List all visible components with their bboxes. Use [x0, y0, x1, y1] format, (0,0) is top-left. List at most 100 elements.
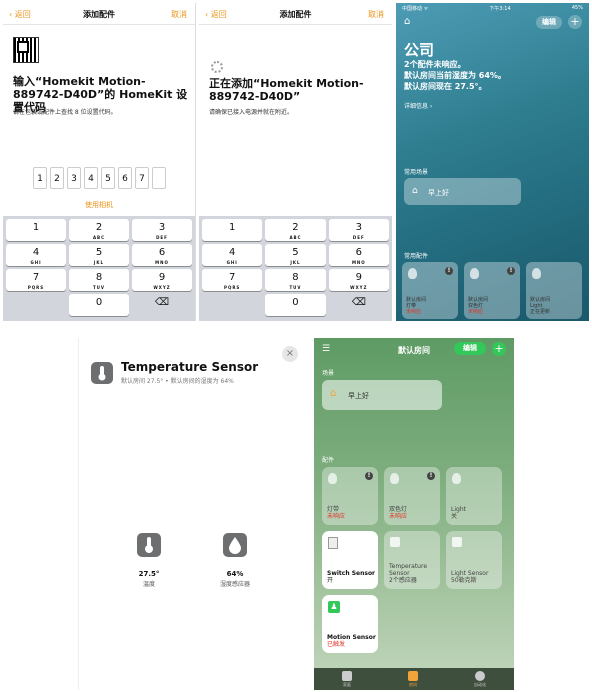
scene-morning[interactable]: ⌂ 早上好: [404, 178, 521, 205]
scene-label: 早上好: [428, 189, 449, 197]
tile-light[interactable]: Light 关: [446, 467, 502, 525]
home-icon[interactable]: ⌂: [404, 16, 410, 27]
code-digit[interactable]: 3: [67, 167, 81, 189]
key-6[interactable]: 6 MNO: [132, 244, 192, 266]
accessory-tile[interactable]: ! 默认房间 双色灯 未响应: [464, 262, 520, 319]
delete-key-icon[interactable]: ⌫: [329, 294, 389, 316]
key-2[interactable]: 2 ABC: [69, 219, 129, 241]
code-digit[interactable]: 5: [101, 167, 115, 189]
tile-motion-sensor[interactable]: ♟ Motion Sensor 已触发: [322, 595, 378, 653]
key-3[interactable]: 3 DEF: [328, 219, 389, 241]
adding-accessory-screen: ‹ 返回 添加配件 取消 正在添加“Homekit Motion-889742-…: [199, 3, 392, 321]
key-0[interactable]: 0: [265, 294, 326, 316]
code-digit[interactable]: 7: [135, 167, 149, 189]
delete-key-icon[interactable]: ⌫: [132, 294, 192, 316]
key-3[interactable]: 3 DEF: [132, 219, 192, 241]
alert-icon: !: [507, 267, 515, 275]
bulb-icon: [470, 268, 479, 279]
tile-status: 2个感应器: [389, 577, 417, 584]
tile-name: 双色灯: [389, 506, 408, 513]
key-1[interactable]: 1: [6, 219, 66, 241]
page-heading: 正在添加“Homekit Motion-889742-D40D”: [209, 77, 364, 103]
close-icon[interactable]: ×: [282, 346, 298, 362]
sensor-subtitle: 默认房间 27.5° • 默认房间的湿度为 64%: [121, 378, 234, 385]
nav-title: 添加配件: [279, 10, 312, 19]
key-0[interactable]: 0: [69, 294, 129, 316]
switch-icon: [328, 537, 338, 549]
accessory-tile[interactable]: 默认房间 Light 正在更新: [526, 262, 582, 319]
tile-switch-sensor[interactable]: Switch Sensor 开: [322, 531, 378, 589]
bulb-icon: [408, 268, 417, 279]
nav-title: 添加配件: [83, 10, 115, 19]
tile-status: 未响应: [468, 309, 484, 315]
tile-name: Light: [451, 506, 466, 513]
tab-rooms[interactable]: 房间: [408, 671, 418, 690]
alert-icon: !: [427, 472, 435, 480]
accessories-section-label: 常用配件: [404, 253, 429, 260]
tab-automation[interactable]: 自动化: [474, 671, 486, 690]
key-9[interactable]: 9 WXYZ: [328, 269, 389, 291]
key-9[interactable]: 9 WXYZ: [132, 269, 192, 291]
hint-text: 请在包装或配件上查找 8 位设置代码。: [13, 109, 117, 116]
cancel-button[interactable]: 取消: [171, 9, 187, 20]
tile-status: 未响应: [327, 513, 346, 520]
tile-temperature-sensor[interactable]: Temperature Sensor 2个感应器: [384, 531, 440, 589]
add-icon[interactable]: +: [568, 15, 582, 29]
edit-button[interactable]: 编辑: [454, 342, 486, 355]
bulb-icon: [390, 473, 399, 484]
temperature-label: 温度: [142, 581, 155, 588]
tile-light-strip[interactable]: ! 灯带 未响应: [322, 467, 378, 525]
tile-name: Light Sensor: [451, 570, 489, 577]
numeric-keypad: 1 2 ABC 3 DEF 4 GHI 5 JKL 6 MNO 7 PQRS 8 TUV 9W…: [3, 216, 195, 321]
key-6[interactable]: 6 MNO: [328, 244, 389, 266]
key-2[interactable]: 2 ABC: [265, 219, 326, 241]
key-7[interactable]: 7 PQRS: [202, 269, 263, 291]
tile-light-sensor[interactable]: Light Sensor 50勒克斯: [446, 531, 502, 589]
tile-dual-color-light[interactable]: ! 双色灯 未响应: [384, 467, 440, 525]
key-blank: [6, 294, 66, 316]
bulb-icon: [328, 473, 337, 484]
thermometer-icon: [91, 362, 113, 384]
cancel-button[interactable]: 取消: [368, 9, 384, 20]
code-digit[interactable]: 2: [50, 167, 64, 189]
key-5[interactable]: 5 JKL: [265, 244, 326, 266]
battery: 45%: [571, 5, 583, 11]
tile-name: Temperature Sensor: [389, 563, 428, 577]
code-digit[interactable]: 4: [84, 167, 98, 189]
hint-text: 请确保已接入电源并就在附近。: [209, 109, 294, 116]
key-4[interactable]: 4 GHI: [202, 244, 263, 266]
nav-bar: ‹ 返回 添加配件 取消: [3, 3, 195, 25]
home-tab-icon: [342, 671, 352, 681]
loading-spinner-icon: [211, 61, 223, 73]
code-digit[interactable]: 6: [118, 167, 132, 189]
key-1[interactable]: 1: [202, 219, 263, 241]
home-summary: 2个配件未响应。 默认房间当前湿度为 64%。 默认房间现在 27.5°。: [404, 60, 506, 91]
bulb-icon: [532, 268, 541, 279]
nav-bar: ‹ 返回 添加配件 取消: [199, 3, 392, 25]
key-4[interactable]: 4 GHI: [6, 244, 66, 266]
edit-button[interactable]: 编辑: [536, 16, 562, 29]
use-camera-link[interactable]: 使用相机: [3, 200, 195, 210]
key-5[interactable]: 5 JKL: [69, 244, 129, 266]
numeric-keypad: 1 2 ABC 3 DEF 4 GHI 5 JKL 6 MNO 7 PQRS 8 TUV 9W…: [199, 216, 392, 321]
tile-status: 关: [451, 513, 458, 520]
code-digit[interactable]: [152, 167, 166, 189]
scene-morning[interactable]: ⌂ 早上好: [322, 380, 442, 410]
temperature-value: 27.5°: [138, 570, 160, 578]
tab-home[interactable]: 家庭: [342, 671, 352, 690]
accessory-tile[interactable]: ! 默认房间 灯带 未响应: [402, 262, 458, 319]
motion-icon: ♟: [328, 601, 340, 613]
key-8[interactable]: 8 TUV: [265, 269, 326, 291]
key-7[interactable]: 7 PQRS: [6, 269, 66, 291]
room-screen: ☰ 默认房间 编辑 + 场景 ⌂ 早上好 配件 ! 灯带 未响应 ! 双色灯 未响应…: [314, 338, 514, 690]
details-link[interactable]: 详细信息 ›: [404, 101, 432, 110]
add-accessory-code-screen: ‹ 返回 添加配件 取消 输入“Homekit Motion-889742-D4…: [3, 3, 196, 321]
tile-status: 开: [327, 577, 334, 584]
code-digit[interactable]: 1: [33, 167, 47, 189]
key-8[interactable]: 8 TUV: [69, 269, 129, 291]
alert-icon: !: [365, 472, 373, 480]
setup-code-fields[interactable]: 1 2 3 4 5 6 7: [33, 167, 166, 189]
qr-code-icon: [13, 37, 39, 63]
thermometer-icon: [137, 533, 161, 557]
add-icon[interactable]: +: [492, 342, 506, 356]
